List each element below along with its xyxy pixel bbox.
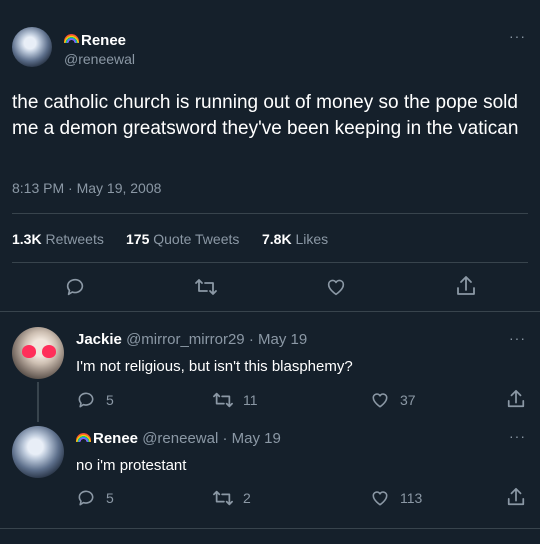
- likes-value: 7.8K: [262, 231, 292, 247]
- more-icon[interactable]: ···: [509, 28, 526, 44]
- reply-handle[interactable]: @mirror_mirror29: [126, 331, 245, 348]
- divider: [12, 213, 528, 214]
- rainbow-flag-icon: [64, 34, 79, 44]
- thread-connector: [37, 382, 39, 422]
- like-icon[interactable]: [370, 488, 390, 508]
- author-handle[interactable]: @reneewal: [64, 51, 135, 67]
- heart-glasses: [22, 345, 58, 359]
- likes-label: Likes: [295, 231, 329, 247]
- avatar[interactable]: [12, 426, 64, 478]
- retweets-value: 1.3K: [12, 231, 42, 247]
- retweet-icon[interactable]: [194, 276, 218, 298]
- author-display-name[interactable]: Renee: [64, 32, 126, 50]
- retweets-label: Retweets: [45, 231, 104, 247]
- share-icon[interactable]: [455, 274, 477, 298]
- retweet-count: 11: [243, 392, 258, 408]
- reply-text: I'm not religious, but isn't this blasph…: [76, 358, 353, 375]
- avatar[interactable]: [12, 27, 52, 67]
- share-icon[interactable]: [506, 486, 526, 508]
- reply-date[interactable]: · May 19: [222, 430, 280, 447]
- reply-header: Jackie @mirror_mirror29 · May 19: [76, 331, 307, 348]
- reply-icon[interactable]: [64, 276, 86, 298]
- divider: [0, 311, 540, 312]
- retweet-icon[interactable]: [212, 488, 234, 508]
- retweet-icon[interactable]: [212, 390, 234, 410]
- quote-tweets-link[interactable]: 175 Quote Tweets: [126, 231, 239, 247]
- rainbow-flag-icon: [76, 432, 91, 442]
- quotes-value: 175: [126, 231, 150, 247]
- reply-icon[interactable]: [76, 488, 96, 508]
- retweet-count: 2: [243, 490, 251, 506]
- more-icon[interactable]: ···: [509, 330, 526, 346]
- like-count: 37: [400, 392, 416, 408]
- reply-count: 5: [106, 490, 114, 506]
- retweet-count-link[interactable]: 1.3K Retweets: [12, 231, 104, 247]
- reply-display-name[interactable]: Jackie: [76, 331, 122, 348]
- tweet-text: the catholic church is running out of mo…: [12, 92, 519, 139]
- likes-link[interactable]: 7.8K Likes: [262, 231, 328, 247]
- reply-text: no i'm protestant: [76, 457, 187, 474]
- avatar[interactable]: [12, 327, 64, 379]
- tweet-timestamp[interactable]: 8:13 PM · May 19, 2008: [12, 180, 161, 196]
- reply-count: 5: [106, 392, 114, 408]
- reply-icon[interactable]: [76, 390, 96, 410]
- divider: [0, 528, 540, 529]
- reply-display-name[interactable]: Renee: [93, 430, 138, 447]
- more-icon[interactable]: ···: [509, 428, 526, 444]
- reply-handle[interactable]: @reneewal: [142, 430, 218, 447]
- reply-date[interactable]: · May 19: [249, 331, 307, 348]
- reply-header: Renee @reneewal · May 19: [76, 430, 281, 447]
- divider: [12, 262, 528, 263]
- quotes-label: Quote Tweets: [153, 231, 240, 247]
- share-icon[interactable]: [506, 388, 526, 410]
- like-count: 113: [400, 490, 423, 506]
- like-icon[interactable]: [370, 390, 390, 410]
- like-icon[interactable]: [325, 276, 347, 298]
